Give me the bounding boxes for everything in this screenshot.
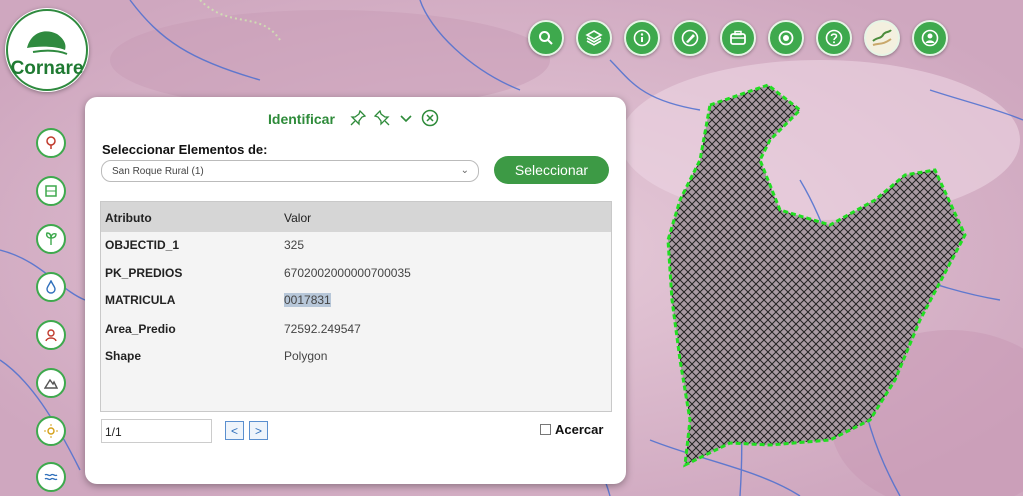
- table-row-value: 325: [284, 238, 305, 252]
- table-row-attr: OBJECTID_1: [105, 238, 180, 252]
- table-row-attr: PK_PREDIOS: [105, 266, 183, 280]
- logo-text: Cornare: [10, 58, 84, 79]
- layer-select-value: San Roque Rural (1): [112, 166, 204, 177]
- info-icon[interactable]: [624, 20, 660, 56]
- chevron-down-icon[interactable]: [397, 109, 415, 127]
- user-icon[interactable]: [912, 20, 948, 56]
- plant-icon[interactable]: [36, 224, 66, 254]
- identify-panel: Identificar Seleccionar Elementos de: Sa…: [85, 97, 626, 484]
- unpin-icon[interactable]: [373, 109, 391, 127]
- table-row-value: 72592.249547: [284, 322, 361, 336]
- page-indicator[interactable]: 1/1: [101, 419, 212, 443]
- close-icon[interactable]: [421, 109, 439, 127]
- zoom-checkbox[interactable]: [540, 424, 551, 435]
- zoom-checkbox-label: Acercar: [555, 422, 604, 437]
- panel-controls: [349, 109, 439, 127]
- help-icon[interactable]: [816, 20, 852, 56]
- chevron-down-icon: ⌄: [460, 165, 469, 176]
- tree-icon[interactable]: [36, 128, 66, 158]
- header-value: Valor: [284, 211, 312, 225]
- table-row-attr: Area_Predio: [105, 322, 176, 336]
- table-row-attr: MATRICULA: [105, 293, 176, 307]
- zoom-checkbox-row[interactable]: Acercar: [540, 422, 603, 437]
- table-row-value: 0017831: [284, 293, 331, 307]
- locate-icon[interactable]: [768, 20, 804, 56]
- briefcase-icon[interactable]: [720, 20, 756, 56]
- prev-button[interactable]: <: [225, 421, 244, 440]
- table-row-value: 6702002000000700035: [284, 266, 411, 280]
- map-icon[interactable]: [36, 176, 66, 206]
- draw-icon[interactable]: [672, 20, 708, 56]
- select-button[interactable]: Seleccionar: [494, 156, 609, 184]
- panel-title: Identificar: [268, 111, 335, 127]
- basemap-icon[interactable]: [864, 20, 900, 56]
- search-icon[interactable]: [528, 20, 564, 56]
- layers-icon[interactable]: [576, 20, 612, 56]
- waves-icon[interactable]: [36, 462, 66, 492]
- next-button[interactable]: >: [249, 421, 268, 440]
- header-attribute: Atributo: [105, 211, 152, 225]
- sun-icon[interactable]: [36, 416, 66, 446]
- table-header: [101, 202, 611, 232]
- mountain-icon[interactable]: [36, 368, 66, 398]
- select-label: Seleccionar Elementos de:: [102, 142, 268, 157]
- pin-icon[interactable]: [349, 109, 367, 127]
- layer-select[interactable]: San Roque Rural (1) ⌄: [101, 160, 479, 182]
- table-row-value: Polygon: [284, 349, 328, 363]
- table-row-attr: Shape: [105, 349, 142, 363]
- cornare-logo: Cornare: [5, 8, 89, 92]
- people-icon[interactable]: [36, 320, 66, 350]
- attribute-table: Atributo Valor OBJECTID_1 325 PK_PREDIOS…: [100, 201, 612, 412]
- water-drop-icon[interactable]: [36, 272, 66, 302]
